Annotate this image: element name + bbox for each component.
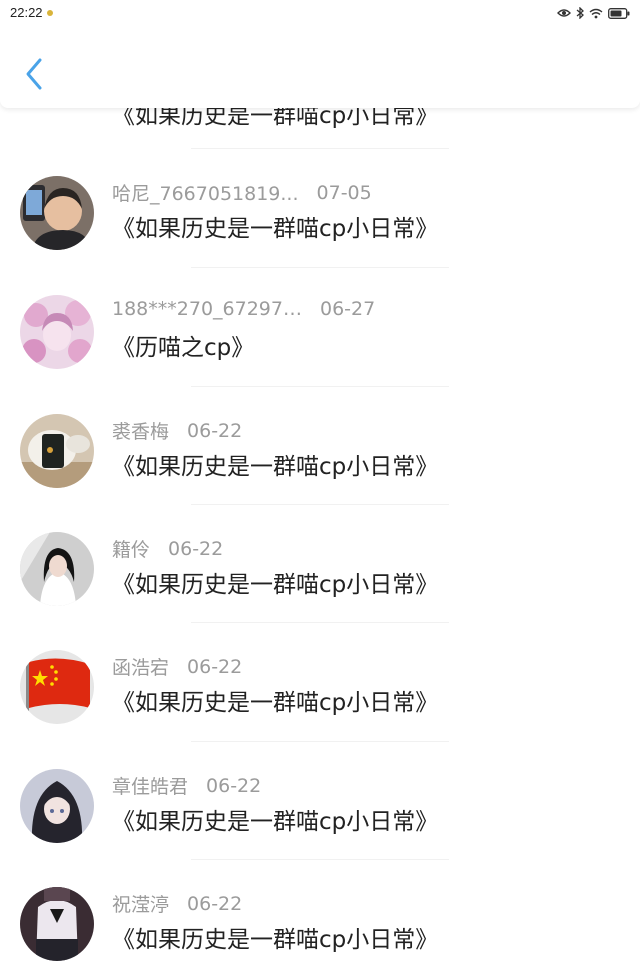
item-meta: 祝滢渟 06-22 (112, 890, 242, 917)
user-name[interactable]: 哈尼_7667051819... (112, 179, 299, 206)
avatar[interactable] (20, 887, 94, 961)
item-title: 《如果历史是一群喵cp小日常》 (112, 216, 439, 242)
list-item[interactable]: 章佳皓君 06-22 《如果历史是一群喵cp小日常》 (0, 742, 640, 860)
post-date: 06-27 (320, 298, 376, 320)
status-icons (557, 6, 630, 20)
user-name[interactable]: 籍伶 (112, 535, 150, 562)
avatar[interactable] (20, 295, 94, 369)
bluetooth-icon (576, 7, 584, 19)
avatar[interactable] (20, 532, 94, 606)
item-title: 《如果历史是一群喵cp小日常》 (112, 927, 439, 953)
avatar[interactable] (20, 769, 94, 843)
list-item[interactable]: 裘香梅 06-22 《如果历史是一群喵cp小日常》 (0, 387, 640, 505)
item-meta: 裘香梅 06-22 (112, 417, 242, 444)
eye-icon (557, 9, 571, 17)
list-item[interactable]: 籍伶 06-22 《如果历史是一群喵cp小日常》 (0, 505, 640, 623)
chevron-left-icon (26, 58, 42, 90)
list-item[interactable]: 函浩宕 06-22 《如果历史是一群喵cp小日常》 (0, 623, 640, 741)
user-name[interactable]: 章佳皓君 (112, 772, 188, 799)
post-date: 07-05 (316, 181, 372, 204)
user-name[interactable]: 188***270_672975.. (112, 298, 302, 320)
user-name[interactable]: 祝滢渟 (112, 890, 169, 917)
avatar[interactable] (20, 414, 94, 488)
post-date: 06-22 (168, 537, 224, 560)
list-item[interactable]: 祝滢渟 06-22 《如果历史是一群喵cp小日常》 (0, 860, 640, 978)
back-button[interactable] (16, 56, 52, 92)
item-meta: 188***270_672975.. 06-27 (112, 298, 375, 320)
header-bar (0, 26, 640, 108)
item-title: 《如果历史是一群喵cp小日常》 (112, 690, 439, 716)
list-item[interactable]: 188***270_672975.. 06-27 《历喵之cp》 (0, 268, 640, 386)
item-title: 《如果历史是一群喵cp小日常》 (112, 572, 439, 598)
status-bar: 22:22 (0, 0, 640, 26)
avatar[interactable] (20, 176, 94, 250)
item-title: 《如果历史是一群喵cp小日常》 (112, 454, 439, 480)
item-meta: 函浩宕 06-22 (112, 653, 242, 680)
battery-icon (608, 7, 630, 19)
user-name[interactable]: 函浩宕 (112, 653, 169, 680)
item-title: 《如果历史是一群喵cp小日常》 (112, 809, 439, 835)
item-meta: 哈尼_7667051819... 07-05 (112, 179, 372, 206)
item-title: 《历喵之cp》 (112, 335, 255, 361)
post-date: 06-22 (187, 892, 243, 915)
user-name[interactable]: 裘香梅 (112, 417, 169, 444)
status-time: 22:22 (10, 5, 43, 20)
wifi-icon (589, 8, 603, 18)
post-date: 06-22 (187, 655, 243, 678)
post-date: 06-22 (206, 774, 262, 797)
item-meta: 章佳皓君 06-22 (112, 772, 261, 799)
post-date: 06-22 (187, 419, 243, 442)
notification-dot-icon (47, 10, 53, 16)
list-item[interactable]: 哈尼_7667051819... 07-05 《如果历史是一群喵cp小日常》 (0, 149, 640, 267)
avatar[interactable] (20, 650, 94, 724)
item-meta: 籍伶 06-22 (112, 535, 223, 562)
